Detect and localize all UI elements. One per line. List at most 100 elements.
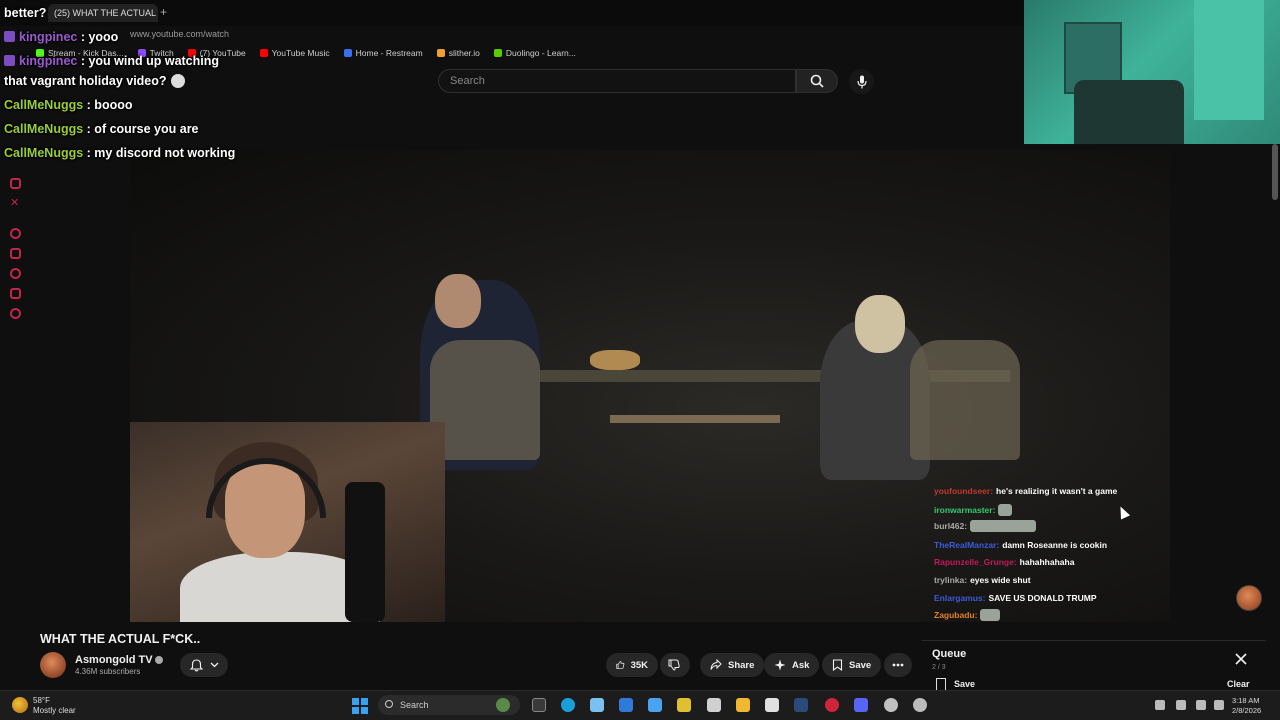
media-icon[interactable] bbox=[707, 698, 721, 712]
channel-avatar[interactable] bbox=[40, 652, 66, 678]
ask-button[interactable]: Ask bbox=[764, 653, 820, 677]
chat-text: : of course you are bbox=[86, 122, 199, 136]
photos-icon[interactable] bbox=[677, 698, 691, 712]
clock-icon[interactable] bbox=[10, 268, 21, 279]
volume-icon[interactable] bbox=[1214, 700, 1224, 710]
search-button[interactable] bbox=[796, 69, 838, 93]
chat-username: CallMeNuggs bbox=[4, 146, 84, 160]
notification-bell-button[interactable] bbox=[180, 653, 228, 677]
chat-message: better? bbox=[4, 6, 46, 20]
chat-emote-icon bbox=[998, 504, 1013, 516]
obs-icon[interactable] bbox=[884, 698, 898, 712]
stream-chat-message: Rapunzelle_Grunge: hahahhahaha bbox=[934, 557, 1074, 567]
chat-message: kingpinec : you wind up watching bbox=[4, 54, 219, 68]
share-label: Share bbox=[728, 659, 755, 671]
chat-text: better? bbox=[4, 6, 47, 20]
chair-right bbox=[910, 340, 1020, 460]
twitch-icon[interactable] bbox=[10, 178, 21, 189]
x-icon[interactable]: ✕ bbox=[10, 198, 21, 209]
sub-badge-icon bbox=[4, 31, 15, 42]
x-app-icon[interactable] bbox=[765, 698, 779, 712]
skull-emote-icon bbox=[170, 74, 185, 88]
chat-text: : my discord not working bbox=[86, 146, 236, 160]
widget-icon[interactable] bbox=[496, 698, 510, 712]
bell-icon bbox=[189, 658, 203, 671]
chat-message: that vagrant holiday video? bbox=[4, 74, 185, 88]
voice-search-button[interactable] bbox=[849, 69, 874, 94]
task-view-icon[interactable] bbox=[532, 698, 546, 712]
file-explorer-icon[interactable] bbox=[736, 698, 750, 712]
stream-chat-text: he's realizing it wasn't a game bbox=[996, 486, 1118, 496]
windows-taskbar bbox=[0, 690, 1280, 720]
room-camera bbox=[1024, 0, 1280, 144]
stream-chat-username: burl462: bbox=[934, 521, 968, 531]
folder-icon[interactable] bbox=[10, 248, 21, 259]
clock-date[interactable]: 2/8/2026 bbox=[1232, 706, 1261, 715]
speaker-left-head bbox=[435, 274, 481, 328]
bookmark-icon bbox=[832, 659, 843, 671]
microphone bbox=[345, 482, 385, 622]
video-title: WHAT THE ACTUAL F*CK.. bbox=[40, 632, 201, 646]
store-icon[interactable] bbox=[648, 698, 662, 712]
record-icon[interactable] bbox=[10, 228, 21, 239]
weather-icon[interactable] bbox=[12, 697, 28, 713]
start-button[interactable] bbox=[352, 698, 368, 714]
dislike-button[interactable] bbox=[660, 653, 690, 677]
queue-clear-button[interactable]: Clear bbox=[1227, 679, 1250, 689]
like-button[interactable]: 35K bbox=[606, 653, 658, 677]
thumbs-up-icon bbox=[616, 661, 625, 669]
stream-chat-message: Enlargamus: SAVE US DONALD TRUMP bbox=[934, 593, 1097, 603]
chair-left bbox=[430, 340, 540, 460]
stream-chat-text: damn Roseanne is cookin bbox=[1002, 540, 1108, 550]
edge-icon[interactable] bbox=[561, 698, 575, 712]
more-icon bbox=[892, 663, 904, 667]
network-icon[interactable] bbox=[1196, 700, 1206, 710]
bookmark-item[interactable]: YouTube Music bbox=[259, 48, 330, 58]
user-avatar[interactable] bbox=[1236, 585, 1262, 611]
history-icon[interactable] bbox=[10, 288, 21, 299]
bookmark-label: YouTube Music bbox=[271, 48, 330, 58]
channel-name[interactable]: Asmongold TV bbox=[75, 654, 153, 666]
sub-badge-icon bbox=[4, 55, 15, 66]
tray-chevron-icon[interactable] bbox=[1155, 700, 1165, 710]
table bbox=[610, 415, 780, 423]
share-button[interactable]: Share bbox=[700, 653, 765, 677]
copilot-icon[interactable] bbox=[590, 698, 604, 712]
microphone-tray-icon[interactable] bbox=[1176, 700, 1186, 710]
new-tab-button[interactable]: + bbox=[160, 5, 167, 19]
bookmark-item[interactable]: slither.io bbox=[436, 48, 480, 58]
door bbox=[1194, 0, 1264, 120]
chat-text: : boooo bbox=[86, 98, 133, 112]
chat-emote-icon bbox=[970, 520, 1037, 532]
bookmark-item[interactable]: Home - Restream bbox=[343, 48, 423, 58]
chat-emote-icon bbox=[980, 609, 1001, 621]
stream-chat-message: youfoundseer: he's realizing it wasn't a … bbox=[934, 486, 1117, 496]
app-icon[interactable] bbox=[913, 698, 927, 712]
mail-icon[interactable] bbox=[619, 698, 633, 712]
settings-icon[interactable] bbox=[10, 308, 21, 319]
discord-icon[interactable] bbox=[854, 698, 868, 712]
close-icon[interactable] bbox=[1234, 652, 1248, 666]
queue-save-button[interactable]: Save bbox=[954, 679, 975, 689]
scrollbar[interactable] bbox=[1272, 144, 1278, 200]
like-count: 35K bbox=[630, 659, 648, 671]
stream-chat-text: eyes wide shut bbox=[970, 575, 1031, 585]
opera-gx-icon[interactable] bbox=[825, 698, 839, 712]
stream-chat-username: ironwarmaster: bbox=[934, 505, 996, 515]
address-bar[interactable]: www.youtube.com/watch bbox=[130, 26, 229, 42]
search-input[interactable]: Search bbox=[438, 69, 796, 93]
verified-icon bbox=[155, 656, 163, 664]
bookmark-item[interactable]: Duolingo - Learn... bbox=[493, 48, 576, 58]
stream-chat-text: SAVE US DONALD TRUMP bbox=[988, 593, 1097, 603]
sparkle-icon bbox=[774, 659, 786, 671]
bookmark-icon bbox=[936, 678, 946, 690]
clock-time[interactable]: 3:18 AM bbox=[1232, 696, 1260, 705]
chat-username: CallMeNuggs bbox=[4, 122, 84, 136]
steam-icon[interactable] bbox=[794, 698, 808, 712]
speaker-right-head bbox=[855, 295, 905, 353]
bookmark-favicon-icon bbox=[436, 49, 445, 57]
bookmark-favicon-icon bbox=[343, 49, 352, 57]
browser-tab[interactable]: (25) WHAT THE ACTUAL bbox=[48, 4, 158, 22]
more-actions-button[interactable] bbox=[884, 653, 912, 677]
save-button[interactable]: Save bbox=[822, 653, 882, 677]
